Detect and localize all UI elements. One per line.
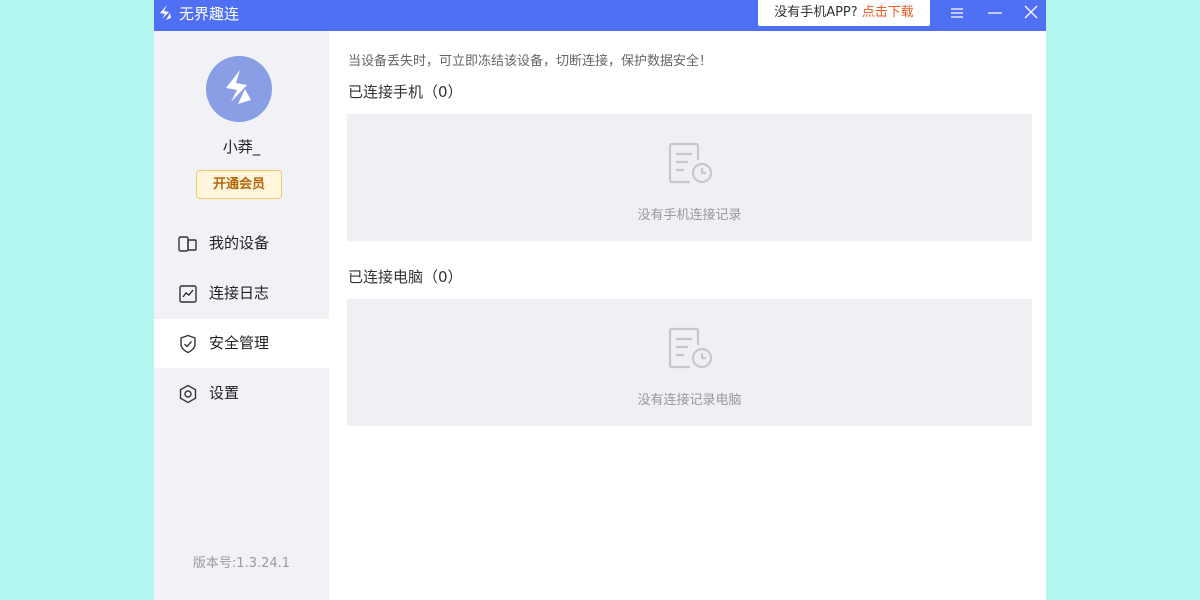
- connected-phones-title: 已连接手机（0）: [348, 83, 463, 101]
- menu-icon[interactable]: [946, 4, 968, 22]
- username: 小莽_: [222, 138, 261, 156]
- shield-check-icon: [180, 334, 196, 354]
- sidebar-item-settings[interactable]: 设置: [154, 369, 329, 418]
- device-icon: [178, 236, 197, 252]
- empty-record-icon: [668, 142, 713, 184]
- app-window: 无界趣连 没有手机APP? 点击下载 小莽_ 开通会员 我的设备 连接日志 安全…: [154, 0, 1046, 600]
- download-app-link[interactable]: 没有手机APP? 点击下载: [758, 0, 930, 26]
- open-membership-button[interactable]: 开通会员: [196, 170, 282, 199]
- connected-computers-title: 已连接电脑（0）: [348, 268, 463, 286]
- connected-computers-empty-state: 没有连接记录电脑: [347, 299, 1032, 426]
- sidebar: 小莽_ 开通会员 我的设备 连接日志 安全管理 设置 版本号:1.3.24.1: [154, 31, 329, 600]
- avatar[interactable]: [206, 56, 272, 122]
- sidebar-item-label: 我的设备: [209, 234, 270, 252]
- log-chart-icon: [179, 285, 197, 303]
- connected-phones-empty-state: 没有手机连接记录: [347, 114, 1032, 241]
- gear-icon: [179, 384, 197, 404]
- empty-state-text: 没有手机连接记录: [637, 208, 742, 223]
- sidebar-item-label: 设置: [209, 384, 240, 402]
- app-logo-icon: [160, 5, 171, 20]
- version-label: 版本号:1.3.24.1: [192, 556, 291, 571]
- sidebar-item-label: 安全管理: [209, 334, 270, 352]
- promo-question: 没有手机APP?: [774, 5, 862, 20]
- promo-download-link[interactable]: 点击下载: [862, 5, 914, 20]
- empty-record-icon: [668, 327, 713, 369]
- security-notice: 当设备丢失时，可立即冻结该设备，切断连接，保护数据安全！: [348, 54, 713, 69]
- sidebar-item-my-devices[interactable]: 我的设备: [154, 219, 329, 268]
- avatar-logo-icon: [226, 70, 251, 104]
- sidebar-item-connection-log[interactable]: 连接日志: [154, 269, 329, 318]
- main-content: 当设备丢失时，可立即冻结该设备，切断连接，保护数据安全！ 已连接手机（0） 没有…: [329, 31, 1046, 600]
- app-title: 无界趣连: [179, 5, 240, 23]
- title-bar[interactable]: 无界趣连 没有手机APP? 点击下载: [154, 0, 1046, 31]
- minimize-icon[interactable]: [984, 4, 1006, 22]
- sidebar-item-security[interactable]: 安全管理: [154, 319, 329, 368]
- empty-state-text: 没有连接记录电脑: [637, 393, 742, 408]
- sidebar-item-label: 连接日志: [209, 284, 270, 302]
- close-icon[interactable]: [1020, 4, 1042, 22]
